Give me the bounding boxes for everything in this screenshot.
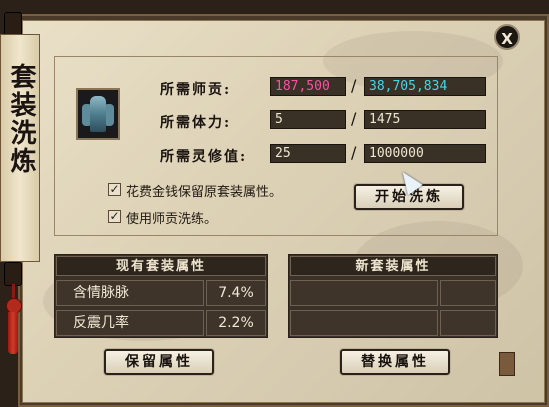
replace-attributes-button[interactable]: 替换属性 — [339, 348, 451, 376]
current-attr-name: 含情脉脉 — [56, 280, 204, 306]
keep-attributes-checkbox[interactable]: ✓ — [108, 183, 121, 196]
keep-attributes-label: 花费金钱保留原套装属性。 — [126, 185, 283, 200]
current-attr-value: 2.2% — [206, 310, 266, 336]
scroll-rod-bottom — [4, 262, 22, 286]
window-title: 套装洗炼 — [6, 63, 36, 175]
current-set-header: 现有套装属性 — [56, 256, 266, 276]
mentor-contribution-required: 187,500 — [270, 77, 346, 96]
seal-stamp-icon — [499, 352, 515, 376]
title-scroll: 套装洗炼 — [0, 34, 40, 262]
close-button[interactable]: X — [494, 24, 520, 50]
tassel-icon — [8, 312, 18, 354]
separator-slash: / — [351, 109, 357, 128]
separator-slash: / — [351, 76, 357, 95]
spirit-label: 所需灵修值: — [160, 149, 248, 165]
stamina-required: 5 — [270, 110, 346, 129]
stamina-label: 所需体力: — [160, 115, 232, 131]
new-attr-name — [290, 280, 438, 306]
use-contribution-checkbox[interactable]: ✓ — [108, 210, 121, 223]
keep-attributes-button[interactable]: 保留属性 — [103, 348, 215, 376]
current-attr-value: 7.4% — [206, 280, 266, 306]
new-attr-name — [290, 310, 438, 336]
scroll-rod-top — [4, 12, 22, 36]
new-attr-value — [440, 310, 496, 336]
separator-slash: / — [351, 143, 357, 162]
robe-icon — [90, 96, 106, 132]
equipment-slot[interactable] — [76, 88, 120, 140]
spirit-owned: 1000000 — [364, 144, 486, 163]
mentor-contribution-owned: 38,705,834 — [364, 77, 486, 96]
spirit-required: 25 — [270, 144, 346, 163]
mentor-contribution-label: 所需师贡: — [160, 82, 232, 98]
new-attr-value — [440, 280, 496, 306]
use-contribution-label: 使用师贡洗练。 — [126, 212, 218, 227]
stamina-owned: 1475 — [364, 110, 486, 129]
new-set-header: 新套装属性 — [290, 256, 496, 276]
current-attr-name: 反震几率 — [56, 310, 204, 336]
